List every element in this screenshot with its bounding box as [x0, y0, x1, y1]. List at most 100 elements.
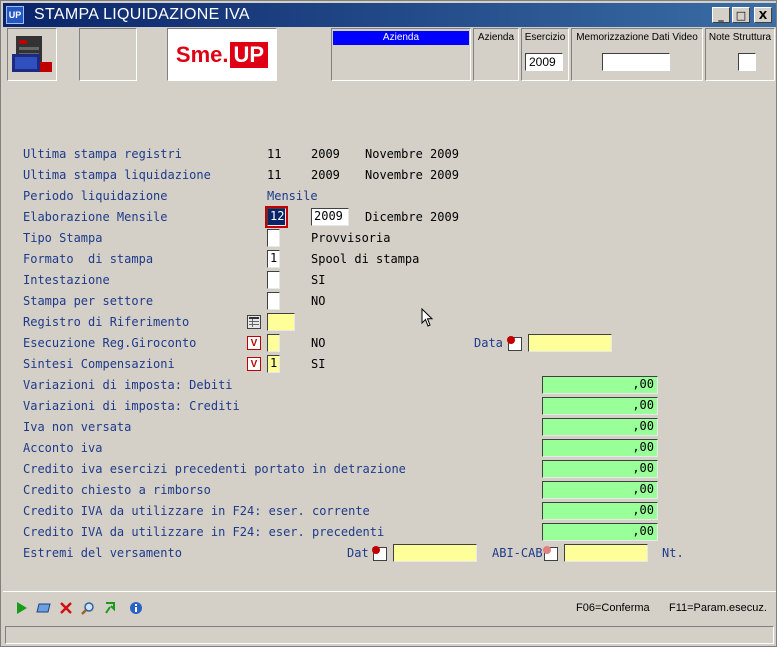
- value-registri-month: 11: [267, 147, 282, 161]
- value-liquidazione-month: 11: [267, 168, 282, 182]
- value-registri-text: Novembre 2009: [365, 147, 459, 161]
- magnifier-icon: [81, 602, 94, 615]
- label-acconto-iva: Acconto iva: [23, 441, 103, 455]
- value-tipo-stampa-text: Provvisoria: [311, 231, 391, 245]
- value-liquidazione-year: 2009: [311, 168, 340, 182]
- giroconto-data-field[interactable]: [528, 334, 612, 352]
- calendar-icon[interactable]: [507, 336, 522, 351]
- app-launcher-button[interactable]: [7, 28, 57, 81]
- search-button[interactable]: [79, 599, 97, 617]
- label-nt: Nt.: [662, 546, 684, 560]
- value-formato-text: Spool di stampa: [311, 252, 420, 266]
- app-window: UP STAMPA LIQUIDAZIONE IVA _ □ X Sme. UP: [0, 0, 777, 647]
- note-field[interactable]: [738, 53, 756, 71]
- variazioni-debiti-field[interactable]: ,00: [542, 376, 658, 394]
- label-stampa-settore: Stampa per settore: [23, 294, 154, 308]
- azienda-selected-panel[interactable]: Azienda: [331, 28, 471, 81]
- versamento-data-field[interactable]: [393, 544, 477, 562]
- label-giroconto-data: Data: [474, 336, 503, 350]
- value-periodo: Mensile: [267, 189, 318, 203]
- memorizzazione-field[interactable]: [602, 53, 670, 71]
- label-credito-f24-precedenti: Credito IVA da utilizzare in F24: eser. …: [23, 525, 385, 539]
- bottom-toolbar: F06=Conferma F11=Param.esecuz.: [3, 591, 776, 621]
- label-abi-cab: ABI-CAB: [492, 546, 543, 560]
- azienda-panel[interactable]: Azienda: [473, 28, 519, 81]
- credito-rimborso-field[interactable]: ,00: [542, 481, 658, 499]
- f11-params-key[interactable]: F11=Param.esecuz.: [669, 602, 767, 614]
- credito-f24-corrente-field[interactable]: ,00: [542, 502, 658, 520]
- minimize-button[interactable]: _: [712, 7, 730, 23]
- elaborazione-year-field[interactable]: 2009: [311, 208, 349, 226]
- info-icon: [130, 602, 142, 614]
- label-formato-stampa: Formato di stampa: [23, 252, 154, 266]
- value-registri-year: 2009: [311, 147, 340, 161]
- memorizzazione-panel: Memorizzazione Dati Video: [571, 28, 703, 81]
- clear-button[interactable]: [35, 599, 53, 617]
- maximize-button[interactable]: □: [732, 7, 750, 23]
- cancel-button[interactable]: [57, 599, 75, 617]
- label-credito-rimborso: Credito chiesto a rimborso: [23, 483, 211, 497]
- value-intestazione-text: SI: [311, 273, 326, 287]
- vm-help-icon[interactable]: V: [247, 336, 261, 350]
- label-periodo-liquidazione: Periodo liquidazione: [23, 189, 168, 203]
- azienda-header: Azienda: [477, 32, 515, 43]
- acconto-iva-field[interactable]: ,00: [542, 439, 658, 457]
- value-elaborazione-text: Dicembre 2009: [365, 210, 459, 224]
- value-liquidazione-text: Novembre 2009: [365, 168, 459, 182]
- refresh-button[interactable]: [101, 599, 119, 617]
- sintesi-compensazioni-field[interactable]: 1: [267, 355, 280, 373]
- label-estremi-versamento: Estremi del versamento: [23, 546, 182, 560]
- run-button[interactable]: [13, 599, 31, 617]
- esercizio-field[interactable]: 2009: [525, 53, 563, 71]
- stampa-settore-field[interactable]: [267, 292, 280, 310]
- f06-confirm-key[interactable]: F06=Conferma: [576, 602, 650, 614]
- label-ultima-stampa-liquidazione: Ultima stampa liquidazione: [23, 168, 211, 182]
- label-variazioni-debiti: Variazioni di imposta: Debiti: [23, 378, 233, 392]
- computer-icon: [12, 36, 52, 72]
- note-header: Note Struttura: [708, 32, 772, 43]
- logo-up-text: UP: [229, 41, 269, 68]
- esecuzione-giroconto-field[interactable]: [267, 334, 280, 352]
- elaborazione-month-field[interactable]: 12: [265, 206, 288, 228]
- tipo-stampa-field[interactable]: [267, 229, 280, 247]
- vm-help-icon[interactable]: V: [247, 357, 261, 371]
- azienda-selected-header[interactable]: Azienda: [333, 31, 469, 45]
- abi-cab-lookup-icon[interactable]: [543, 546, 558, 561]
- close-button[interactable]: X: [754, 7, 772, 23]
- registro-riferimento-field[interactable]: [267, 313, 295, 331]
- window-controls: _ □ X: [712, 7, 772, 23]
- formato-stampa-field[interactable]: 1: [267, 250, 280, 268]
- intestazione-field[interactable]: [267, 271, 280, 289]
- iva-non-versata-field[interactable]: ,00: [542, 418, 658, 436]
- form-panel: Ultima stampa registri 11 2009 Novembre …: [1, 83, 777, 588]
- label-ultima-stampa-registri: Ultima stampa registri: [23, 147, 182, 161]
- esercizio-panel: Esercizio 2009: [521, 28, 569, 81]
- header-toolbar: Sme. UP Azienda Azienda Esercizio 2009 M…: [3, 28, 776, 82]
- value-sintesi-text: SI: [311, 357, 326, 371]
- title-bar[interactable]: UP STAMPA LIQUIDAZIONE IVA _ □ X: [3, 3, 776, 27]
- refresh-arrow-icon: [105, 602, 115, 614]
- label-elaborazione-mensile: Elaborazione Mensile: [23, 210, 168, 224]
- lookup-grid-icon[interactable]: [247, 315, 261, 329]
- label-registro-riferimento: Registro di Riferimento: [23, 315, 190, 329]
- logo-sme-text: Sme.: [175, 41, 229, 67]
- empty-slot: [79, 28, 137, 81]
- mouse-cursor-icon: [421, 308, 434, 327]
- credito-precedenti-field[interactable]: ,00: [542, 460, 658, 478]
- note-panel: Note Struttura: [705, 28, 775, 81]
- status-bar: [5, 626, 774, 644]
- window-title: STAMPA LIQUIDAZIONE IVA: [34, 6, 250, 23]
- abi-cab-field[interactable]: [564, 544, 648, 562]
- variazioni-crediti-field[interactable]: ,00: [542, 397, 658, 415]
- credito-f24-precedenti-field[interactable]: ,00: [542, 523, 658, 541]
- label-iva-non-versata: Iva non versata: [23, 420, 132, 434]
- info-button[interactable]: [127, 599, 145, 617]
- label-versamento-dat: Dat: [347, 546, 369, 560]
- label-sintesi-compensazioni: Sintesi Compensazioni: [23, 357, 175, 371]
- esercizio-header: Esercizio: [524, 32, 566, 43]
- label-credito-f24-corrente: Credito IVA da utilizzare in F24: eser. …: [23, 504, 370, 518]
- memorizzazione-header: Memorizzazione Dati Video: [576, 32, 698, 43]
- app-icon[interactable]: UP: [6, 6, 24, 24]
- value-stampa-settore-text: NO: [311, 294, 326, 308]
- calendar-icon[interactable]: [372, 546, 387, 561]
